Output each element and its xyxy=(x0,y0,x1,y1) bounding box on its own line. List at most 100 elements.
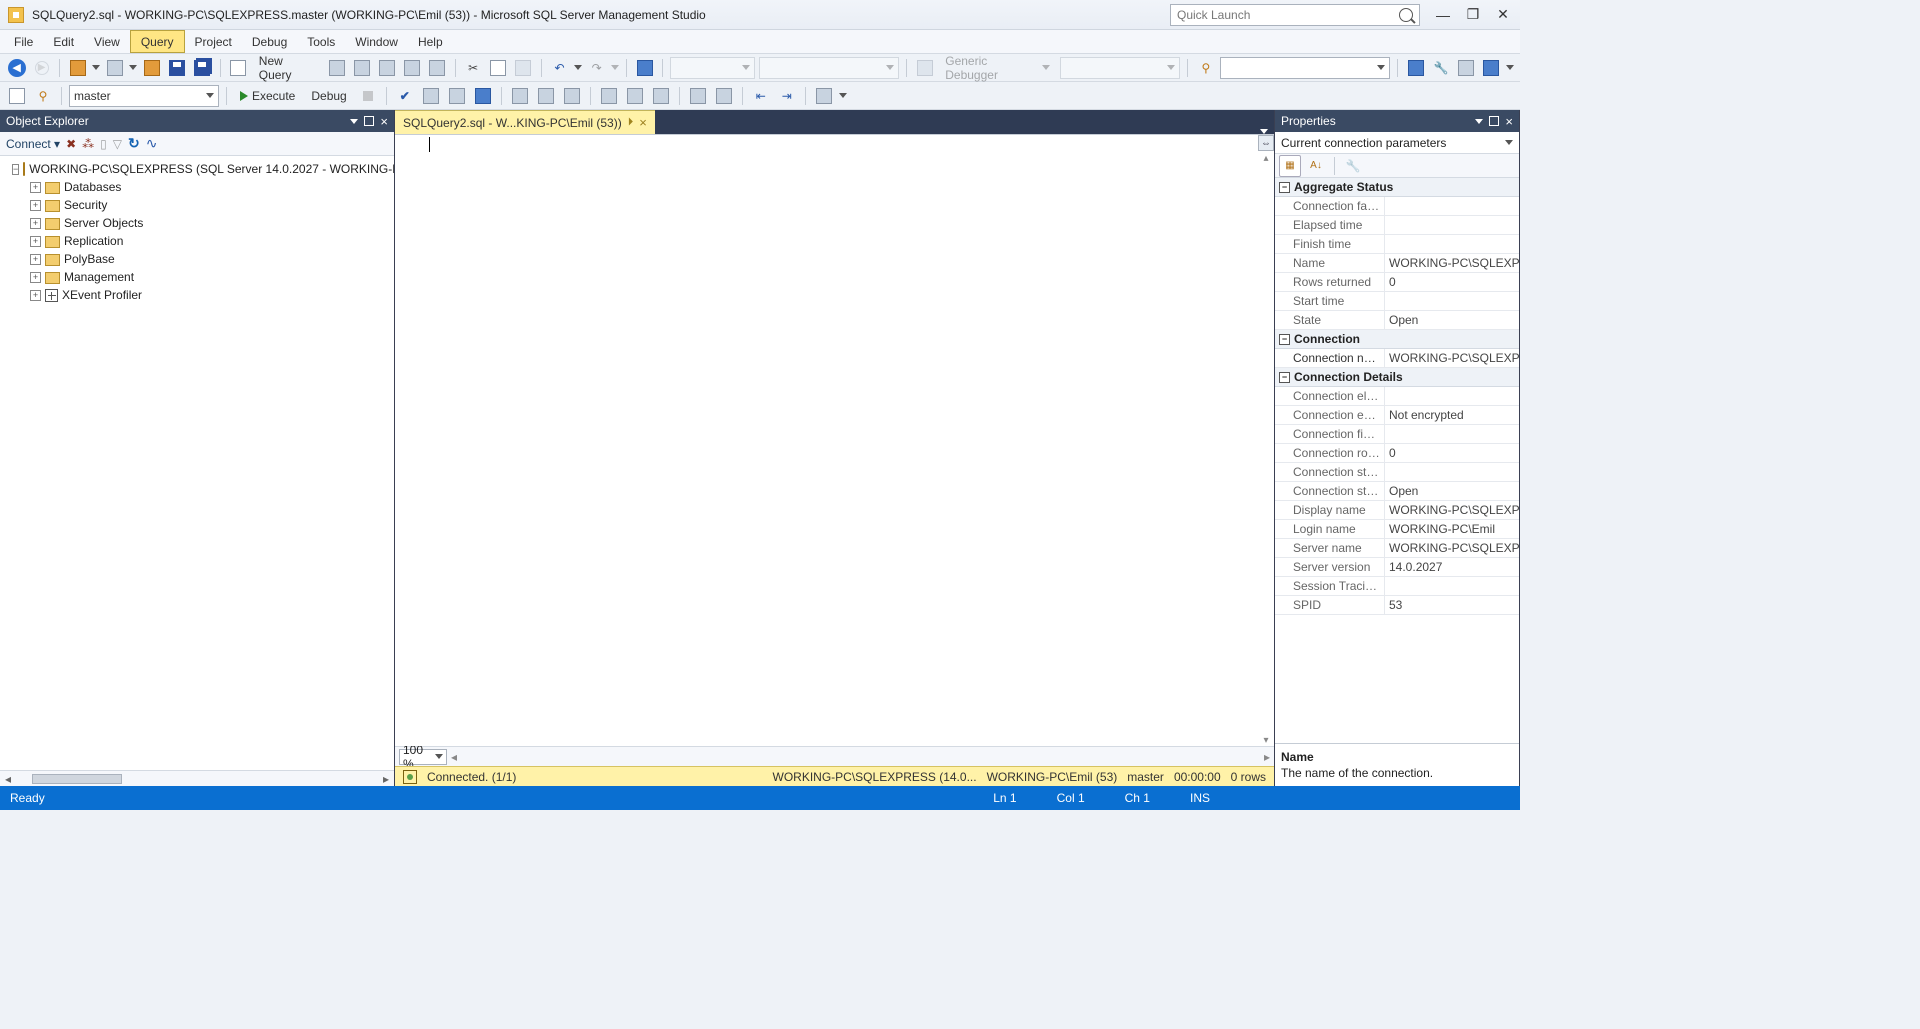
property-row[interactable]: Connection rows re0 xyxy=(1275,444,1519,463)
tree-node[interactable]: +Databases xyxy=(2,178,392,196)
activity-icon[interactable]: ∿ xyxy=(146,135,158,152)
sql-editor[interactable]: ⇔ ▴ ▾ xyxy=(395,134,1274,746)
new-project-dropdown-icon[interactable] xyxy=(92,65,100,70)
menu-view[interactable]: View xyxy=(84,30,130,53)
disconnect-icon[interactable]: ✖ xyxy=(66,137,76,151)
property-row[interactable]: StateOpen xyxy=(1275,311,1519,330)
minimize-button[interactable]: — xyxy=(1434,8,1452,22)
collapse-icon[interactable]: − xyxy=(1279,372,1290,383)
save-button[interactable] xyxy=(167,57,188,79)
menu-edit[interactable]: Edit xyxy=(43,30,84,53)
scroll-up-icon[interactable]: ▴ xyxy=(1258,153,1274,164)
solution-config-dropdown[interactable] xyxy=(670,57,755,79)
property-row[interactable]: Start time xyxy=(1275,292,1519,311)
tree-node[interactable]: +XEvent Profiler xyxy=(2,286,392,304)
specify-values-button[interactable] xyxy=(813,85,835,107)
property-row[interactable]: Connection failures xyxy=(1275,197,1519,216)
increase-indent-button[interactable]: ⇥ xyxy=(776,85,798,107)
properties-grid[interactable]: −Aggregate StatusConnection failuresElap… xyxy=(1275,178,1519,743)
undo-button[interactable]: ↶ xyxy=(549,57,570,79)
property-row[interactable]: Connection nameWORKING-PC\SQLEXPR xyxy=(1275,349,1519,368)
tree-node[interactable]: +Replication xyxy=(2,232,392,250)
xmla-query-button[interactable] xyxy=(401,57,422,79)
find-button[interactable]: ⚲ xyxy=(1195,57,1216,79)
menu-help[interactable]: Help xyxy=(408,30,453,53)
redo-button[interactable]: ↷ xyxy=(586,57,607,79)
parse-button[interactable]: ✔ xyxy=(394,85,416,107)
open-file-dropdown-icon[interactable] xyxy=(129,65,137,70)
copy-button[interactable] xyxy=(488,57,509,79)
new-query-icon[interactable] xyxy=(228,57,249,79)
new-project-button[interactable] xyxy=(67,57,88,79)
scroll-down-icon[interactable]: ▾ xyxy=(1258,735,1274,746)
results-to-file-button[interactable] xyxy=(650,85,672,107)
menu-file[interactable]: File xyxy=(4,30,43,53)
paste-button[interactable] xyxy=(513,57,534,79)
actual-plan-button[interactable] xyxy=(509,85,531,107)
stop-button[interactable] xyxy=(357,85,379,107)
open-folder-button[interactable] xyxy=(141,57,162,79)
close-button[interactable]: ✕ xyxy=(1494,8,1512,22)
close-icon[interactable]: × xyxy=(380,115,388,128)
mdx-query-button[interactable] xyxy=(351,57,372,79)
change-connection-button[interactable] xyxy=(6,85,28,107)
find-dropdown[interactable] xyxy=(1220,57,1390,79)
menu-window[interactable]: Window xyxy=(345,30,408,53)
registered-servers-button[interactable] xyxy=(1405,57,1426,79)
redo-dropdown-icon[interactable] xyxy=(611,65,619,70)
expand-icon[interactable]: + xyxy=(30,254,41,265)
toolbar-overflow-icon[interactable] xyxy=(1506,65,1514,70)
property-row[interactable]: NameWORKING-PC\SQLEXPR xyxy=(1275,254,1519,273)
zoom-arrow-right-icon[interactable]: ▸ xyxy=(1264,750,1270,764)
tree-node[interactable]: +Server Objects xyxy=(2,214,392,232)
properties-header[interactable]: Properties × xyxy=(1275,110,1519,132)
query-options-button[interactable] xyxy=(446,85,468,107)
property-row[interactable]: SPID53 xyxy=(1275,596,1519,615)
client-stats-button[interactable] xyxy=(561,85,583,107)
object-explorer-header[interactable]: Object Explorer × xyxy=(0,110,394,132)
decrease-indent-button[interactable]: ⇤ xyxy=(750,85,772,107)
properties-window-button[interactable] xyxy=(634,57,655,79)
tree-node[interactable]: +PolyBase xyxy=(2,250,392,268)
property-row[interactable]: Server version14.0.2027 xyxy=(1275,558,1519,577)
tree-root[interactable]: − WORKING-PC\SQLEXPRESS (SQL Server 14.0… xyxy=(2,160,392,178)
quick-launch-input[interactable]: Quick Launch xyxy=(1170,4,1420,26)
property-row[interactable]: Session Tracing ID xyxy=(1275,577,1519,596)
property-row[interactable]: Connection stateOpen xyxy=(1275,482,1519,501)
property-row[interactable]: Elapsed time xyxy=(1275,216,1519,235)
new-query-button[interactable]: New Query xyxy=(253,54,322,82)
dmx-query-button[interactable] xyxy=(376,57,397,79)
intellisense-button[interactable] xyxy=(472,85,494,107)
execute-button[interactable]: Execute xyxy=(234,89,301,103)
database-dropdown[interactable]: master xyxy=(69,85,219,107)
collapse-icon[interactable]: − xyxy=(1279,182,1290,193)
property-row[interactable]: Display nameWORKING-PC\SQLEXPR xyxy=(1275,501,1519,520)
pin-icon[interactable] xyxy=(1489,116,1499,126)
results-to-grid-button[interactable] xyxy=(624,85,646,107)
nav-forward-button[interactable]: ▶ xyxy=(31,57,52,79)
expand-icon[interactable]: + xyxy=(30,290,41,301)
panel-options-icon[interactable] xyxy=(350,119,358,124)
connect-button[interactable]: Connect ▾ xyxy=(6,137,60,151)
results-to-text-button[interactable] xyxy=(598,85,620,107)
cut-button[interactable]: ✂ xyxy=(463,57,484,79)
tree-node[interactable]: +Management xyxy=(2,268,392,286)
property-row[interactable]: Server nameWORKING-PC\SQLEXPR xyxy=(1275,539,1519,558)
object-explorer-hscroll[interactable]: ◂▸ xyxy=(0,770,394,786)
disconnect-all-icon[interactable]: ⁂ xyxy=(82,137,94,151)
property-row[interactable]: Rows returned0 xyxy=(1275,273,1519,292)
editor-body[interactable] xyxy=(423,135,1274,746)
property-row[interactable]: Connection encrypNot encrypted xyxy=(1275,406,1519,425)
activity-monitor-button[interactable] xyxy=(1481,57,1502,79)
alphabetical-view-button[interactable]: A↓ xyxy=(1305,155,1327,177)
menu-query[interactable]: Query xyxy=(130,30,185,53)
property-row[interactable]: Connection elapsed xyxy=(1275,387,1519,406)
menu-project[interactable]: Project xyxy=(185,30,242,53)
nav-back-button[interactable]: ◀ xyxy=(6,57,27,79)
split-handle-icon[interactable]: ⇔ xyxy=(1258,135,1274,151)
tab-pin-icon[interactable]: ⏵ xyxy=(628,116,634,129)
maximize-button[interactable]: ❐ xyxy=(1464,8,1482,22)
tree-node[interactable]: +Security xyxy=(2,196,392,214)
estimated-plan-button[interactable] xyxy=(420,85,442,107)
expand-icon[interactable]: + xyxy=(30,272,41,283)
